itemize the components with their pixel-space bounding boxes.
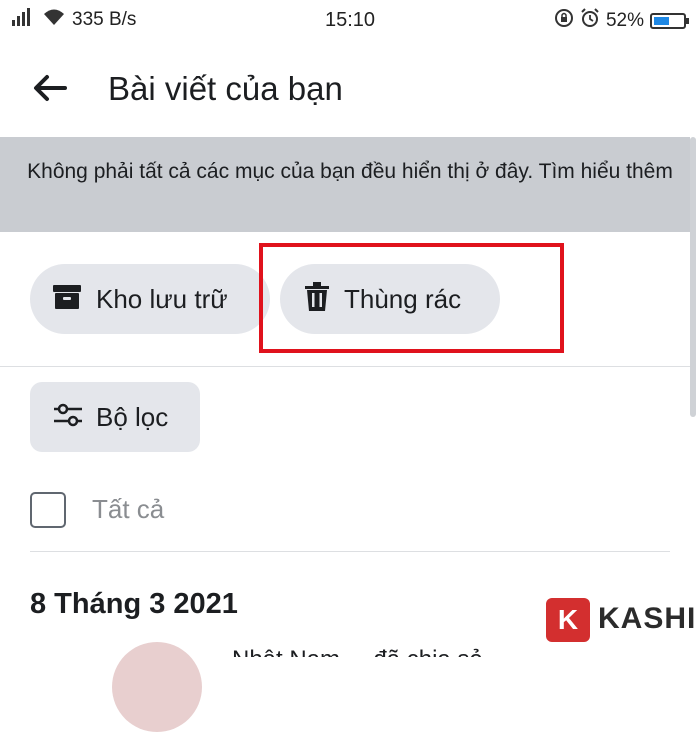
watermark-logo-mark: K	[546, 598, 590, 642]
select-all-checkbox[interactable]	[30, 492, 66, 528]
date-heading: 8 Tháng 3 2021	[30, 588, 238, 620]
filter-label: Bộ lọc	[96, 401, 169, 432]
arrow-left-icon	[33, 74, 67, 107]
battery-percent: 52%	[605, 10, 644, 31]
status-bar: 335 B/s 15:10 52%	[0, 0, 700, 40]
archive-icon	[52, 284, 82, 315]
avatar[interactable]	[112, 642, 202, 732]
battery-icon	[650, 13, 689, 29]
divider	[0, 366, 690, 367]
status-right: 52%	[554, 8, 689, 34]
filter-button[interactable]: Bộ lọc	[30, 382, 200, 452]
back-button[interactable]	[28, 68, 72, 112]
archive-button[interactable]: Kho lưu trữ	[30, 264, 270, 334]
page-title: Bài viết của bạn	[108, 70, 343, 107]
highlight-box	[259, 243, 564, 353]
info-banner-text[interactable]: Không phải tất cả các mục của bạn đều hi…	[20, 157, 680, 186]
sliders-icon	[52, 403, 84, 432]
select-all-label: Tất cả	[92, 494, 165, 524]
alarm-icon	[580, 8, 600, 34]
rotation-lock-icon	[554, 8, 574, 34]
watermark-brand: KASHI	[598, 602, 697, 635]
scrollbar[interactable]	[690, 137, 696, 417]
battery-fill	[654, 17, 669, 25]
archive-label: Kho lưu trữ	[96, 283, 228, 314]
post-text[interactable]: Nhật Nam ... đã chia sẻ	[232, 646, 592, 657]
divider	[30, 551, 670, 552]
